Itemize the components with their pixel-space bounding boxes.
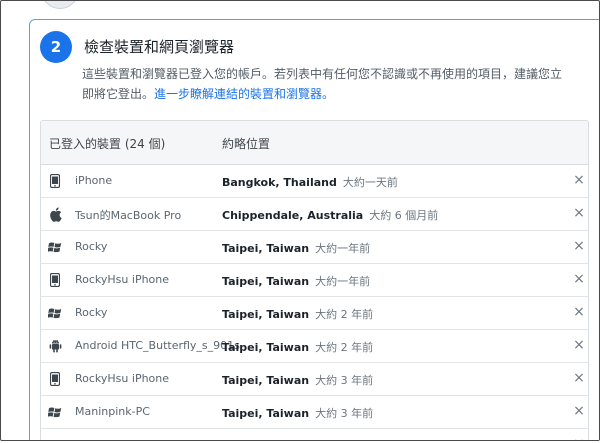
device-row: Android HTC_Butterfly_s_901s Taipei, Taiw…	[41, 330, 588, 363]
last-active-time: 大約一年前	[315, 275, 371, 288]
device-name: Rocky	[75, 306, 108, 319]
last-active-time: 大約 2 年前	[315, 308, 374, 321]
column-header-devices: 已登入的裝置 (24 個)	[49, 137, 166, 151]
device-location-cell: Taipei, Taiwan 大約 3 年前	[222, 372, 373, 388]
android-icon	[47, 338, 63, 354]
remove-device-button[interactable]: ×	[572, 239, 586, 253]
device-location-cell: Taipei, Taiwan 大約一年前	[222, 240, 370, 256]
windows-icon	[47, 404, 63, 420]
remove-device-button[interactable]: ×	[572, 371, 586, 385]
remove-device-button[interactable]: ×	[572, 437, 586, 440]
step-number-badge: 2	[40, 31, 72, 63]
last-active-time: 大約 2 年前	[315, 341, 374, 354]
device-location-cell: Taipei, Taiwan 大約 2 年前	[222, 339, 373, 355]
device-location: Chippendale, Australia	[222, 209, 364, 222]
remove-device-button[interactable]: ×	[572, 338, 586, 352]
device-row: Rocky Taipei, Taiwan 大約 2 年前 ×	[41, 297, 588, 330]
device-location-cell: Taipei, Taiwan 大約 3 年前	[222, 438, 373, 441]
device-location-cell: Chippendale, Australia 大約 6 個月前	[222, 207, 438, 223]
device-name: RockyHsu iPhone	[75, 273, 170, 286]
device-row: RockyHsu iPhone Taipei, Taiwan 大約 3 年前 ×	[41, 363, 588, 396]
device-row: iPhone Bangkok, Thailand 大約一天前 ×	[41, 165, 588, 198]
device-name: Tsun的MacBook Pro	[75, 209, 182, 222]
device-rows: iPhone Bangkok, Thailand 大約一天前 × Tsun的MacBoo…	[41, 165, 588, 441]
remove-device-button[interactable]: ×	[572, 173, 586, 187]
table-header: 已登入的裝置 (24 個) 約略位置	[41, 121, 588, 165]
device-location: Taipei, Taiwan	[222, 341, 310, 354]
last-active-time: 大約一年前	[315, 242, 371, 255]
device-location: Taipei, Taiwan	[222, 374, 310, 387]
device-name: Rocky	[75, 240, 108, 253]
last-active-time: 大約 3 年前	[315, 407, 374, 420]
remove-device-button[interactable]: ×	[572, 404, 586, 418]
device-row: Rocky-PC Taipei, Taiwan 大約 3 年前 ×	[41, 429, 588, 441]
last-active-time: 大約 3 年前	[315, 440, 373, 441]
device-location: Bangkok, Thailand	[222, 176, 337, 189]
last-active-time: 大約 3 年前	[315, 374, 374, 387]
device-location: Taipei, Taiwan	[222, 242, 310, 255]
windows-icon	[47, 239, 63, 255]
device-name: iPhone	[75, 174, 113, 187]
learn-more-link[interactable]: 進一步瞭解連結的裝置和瀏覽器。	[154, 87, 334, 101]
apple-icon	[47, 206, 63, 222]
device-row: Rocky Taipei, Taiwan 大約一年前 ×	[41, 231, 588, 264]
device-location: Taipei, Taiwan	[222, 407, 310, 420]
previous-step-badge	[41, 1, 79, 9]
device-name: Android HTC_Butterfly_s_901s	[75, 339, 240, 352]
devices-table: 已登入的裝置 (24 個) 約略位置 iPhone Bangkok, Thaila…	[40, 120, 589, 441]
step-title: 檢查裝置和網頁瀏覽器	[84, 38, 235, 56]
window-frame: 2 檢查裝置和網頁瀏覽器 這些裝置和瀏覽器已登入您的帳戶。若列表中有任何您不認識…	[0, 0, 600, 441]
last-active-time: 大約一天前	[342, 176, 398, 189]
device-location-cell: Taipei, Taiwan 大約 2 年前	[222, 306, 373, 322]
remove-device-button[interactable]: ×	[572, 272, 586, 286]
remove-device-button[interactable]: ×	[572, 206, 586, 220]
device-location: Taipei, Taiwan	[222, 308, 310, 321]
device-location-cell: Taipei, Taiwan 大約一年前	[222, 273, 370, 289]
windows-icon	[47, 437, 63, 440]
step-description: 這些裝置和瀏覽器已登入您的帳戶。若列表中有任何您不認識或不再使用的項目，建議您立…	[82, 64, 562, 104]
column-header-location: 約略位置	[222, 137, 271, 151]
phone-icon	[47, 371, 63, 387]
device-row: Tsun的MacBook Pro Chippendale, Australia 大約…	[41, 198, 588, 231]
device-name: RockyHsu iPhone	[75, 372, 170, 385]
device-location-cell: Taipei, Taiwan 大約 3 年前	[222, 405, 373, 421]
device-name: Maninpink-PC	[75, 405, 150, 418]
device-name: Rocky-PC	[75, 438, 126, 440]
device-row: RockyHsu iPhone Taipei, Taiwan 大約一年前 ×	[41, 264, 588, 297]
step-card: 2 檢查裝置和網頁瀏覽器 這些裝置和瀏覽器已登入您的帳戶。若列表中有任何您不認識…	[29, 19, 599, 441]
device-location: Taipei, Taiwan	[222, 275, 310, 288]
phone-icon	[47, 173, 63, 189]
last-active-time: 大約 6 個月前	[369, 209, 439, 222]
device-location-cell: Bangkok, Thailand 大約一天前	[222, 174, 398, 190]
device-location: Taipei, Taiwan	[222, 440, 309, 441]
remove-device-button[interactable]: ×	[572, 305, 586, 319]
phone-icon	[47, 272, 63, 288]
windows-icon	[47, 305, 63, 321]
device-row: Maninpink-PC Taipei, Taiwan 大約 3 年前 ×	[41, 396, 588, 429]
